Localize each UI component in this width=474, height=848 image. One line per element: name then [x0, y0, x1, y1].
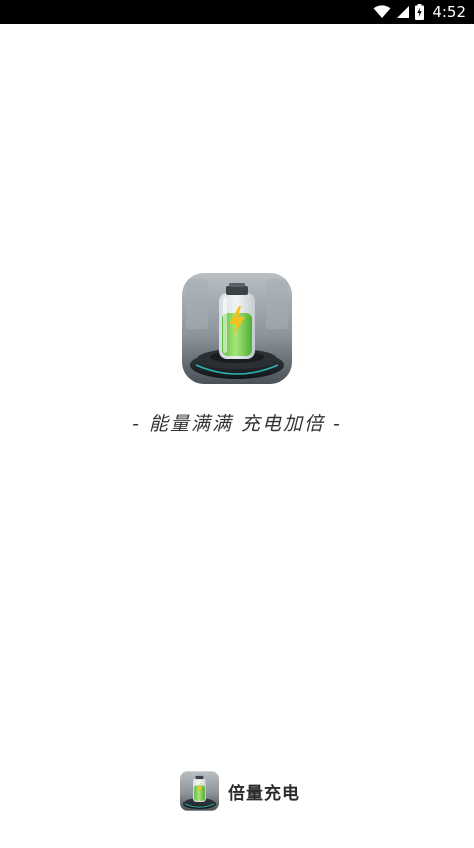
status-icons: 4:52	[373, 0, 466, 24]
brand-logo	[180, 771, 219, 811]
splash-screen: 4:52 - 能量满满 充电加倍 - 倍量充电	[0, 0, 474, 848]
slogan-text: - 能量满满 充电加倍 -	[132, 413, 342, 435]
wifi-icon	[373, 5, 391, 18]
status-time: 4:52	[432, 3, 466, 21]
battery-charging-logo-icon	[180, 771, 219, 811]
battery-charging-logo-icon	[182, 273, 292, 384]
status-bar: 4:52	[0, 0, 474, 24]
cell-signal-icon	[397, 6, 410, 18]
app-name: 倍量充电	[228, 783, 300, 804]
footer-brand: 倍量充电	[180, 771, 300, 811]
battery-charging-icon	[415, 4, 425, 20]
app-logo	[182, 273, 292, 384]
